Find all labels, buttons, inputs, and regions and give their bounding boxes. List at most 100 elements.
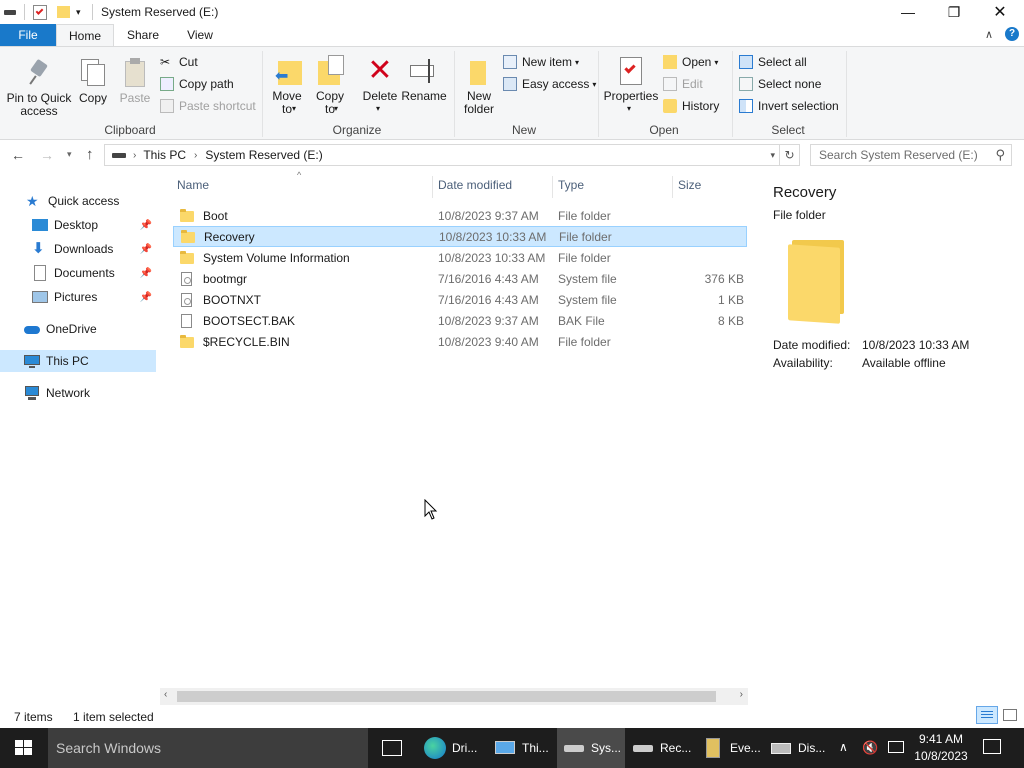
sidebar-item-desktop[interactable]: Desktop 📌	[0, 214, 156, 236]
paste-shortcut-button[interactable]: Paste shortcut	[160, 96, 256, 116]
invert-selection-button[interactable]: Invert selection	[739, 96, 839, 116]
sidebar-item-this-pc[interactable]: This PC	[0, 350, 156, 372]
move-to-dropdown-icon[interactable]: ▾	[292, 104, 296, 113]
delete-dropdown-icon[interactable]: ▾	[376, 104, 380, 113]
pin-to-quick-access-button[interactable]: Pin to Quick access	[4, 57, 74, 118]
tab-view[interactable]: View	[176, 24, 224, 46]
paste-button[interactable]: Paste	[117, 57, 153, 105]
network-status-icon[interactable]	[888, 741, 904, 753]
sidebar-item-network[interactable]: Network	[0, 382, 156, 404]
event-viewer-icon	[702, 737, 724, 759]
rename-button[interactable]: Rename	[401, 55, 447, 103]
tab-share[interactable]: Share	[118, 24, 168, 46]
address-bar[interactable]: › This PC › System Reserved (E:) ▾ ↻	[104, 144, 800, 166]
properties-button[interactable]: Properties	[603, 55, 659, 103]
copy-path-button[interactable]: Copy path	[160, 74, 234, 94]
copy-to-dropdown-icon[interactable]: ▾	[334, 104, 338, 113]
copy-to-button[interactable]: Copy to	[311, 55, 349, 116]
sidebar-item-onedrive[interactable]: OneDrive	[0, 318, 156, 340]
tab-file[interactable]: File	[0, 24, 56, 46]
breadcrumb-current-drive[interactable]: System Reserved (E:)	[205, 148, 322, 162]
mouse-cursor-icon	[424, 499, 438, 520]
breadcrumb-this-pc[interactable]: This PC	[143, 148, 186, 162]
edit-button[interactable]: Edit	[663, 74, 703, 94]
breadcrumb-chevron-icon[interactable]: ›	[194, 150, 197, 161]
minimize-button[interactable]: —	[885, 0, 931, 24]
clock-date[interactable]: 10/8/2023	[912, 749, 970, 763]
column-header-type[interactable]: Type	[558, 178, 584, 196]
large-icons-view-button[interactable]	[1003, 709, 1017, 721]
taskbar-app-system-reserved[interactable]: Sys...	[557, 728, 625, 768]
new-item-button[interactable]: New item ▾	[503, 52, 579, 72]
window-title: System Reserved (E:)	[101, 5, 219, 19]
taskbar-app-edge[interactable]: Dri...	[424, 728, 477, 768]
file-row[interactable]: bootmgr 7/16/2016 4:43 AM System file 37…	[173, 268, 747, 289]
new-folder-quick-icon[interactable]	[57, 4, 70, 20]
column-header-name[interactable]: Name	[177, 178, 209, 196]
refresh-icon[interactable]: ↻	[779, 145, 799, 165]
select-none-button[interactable]: Select none	[739, 74, 821, 94]
system-file-icon	[179, 292, 195, 308]
minimize-ribbon-icon[interactable]: ∧	[985, 28, 993, 41]
copy-button[interactable]: Copy	[76, 57, 110, 105]
taskbar-app-disk-management[interactable]: Dis...	[770, 728, 825, 768]
close-button[interactable]: ✕	[977, 0, 1023, 24]
new-folder-button[interactable]: New folder	[460, 55, 498, 116]
details-pane-kind: File folder	[773, 208, 826, 222]
open-button[interactable]: Open ▾	[663, 52, 718, 72]
sidebar-item-quick-access[interactable]: ★ Quick access	[0, 190, 156, 212]
details-date-value: 10/8/2023 10:33 AM	[862, 338, 970, 352]
file-row[interactable]: System Volume Information 10/8/2023 10:3…	[173, 247, 747, 268]
search-input[interactable]: Search System Reserved (E:) ⚲	[810, 144, 1012, 166]
scroll-right-icon[interactable]: ›	[740, 689, 743, 700]
address-history-dropdown-icon[interactable]: ▾	[770, 150, 775, 161]
properties-dropdown-icon[interactable]: ▾	[627, 104, 631, 113]
windows-start-icon[interactable]	[15, 740, 33, 756]
sidebar-item-downloads[interactable]: ⬇ Downloads 📌	[0, 238, 156, 260]
taskbar-app-recovery[interactable]: Rec...	[632, 728, 691, 768]
open-icon	[663, 55, 677, 69]
forward-button[interactable]: →	[40, 147, 54, 163]
file-row[interactable]: BOOTNXT 7/16/2016 4:43 AM System file 1 …	[173, 289, 747, 310]
details-date-label: Date modified:	[773, 338, 851, 352]
file-row[interactable]: BOOTSECT.BAK 10/8/2023 9:37 AM BAK File …	[173, 310, 747, 331]
volume-muted-icon[interactable]: 🔇	[862, 740, 878, 756]
maximize-button[interactable]: ❐	[931, 0, 977, 24]
file-row[interactable]: $RECYCLE.BIN 10/8/2023 9:40 AM File fold…	[173, 331, 747, 352]
scroll-left-icon[interactable]: ‹	[164, 689, 167, 700]
sidebar-item-pictures[interactable]: Pictures 📌	[0, 286, 156, 308]
properties-quick-icon[interactable]	[33, 4, 47, 20]
delete-button[interactable]: ✕ Delete	[360, 55, 400, 103]
task-view-icon[interactable]	[382, 740, 402, 756]
horizontal-scrollbar[interactable]: ‹ ›	[160, 688, 748, 705]
move-to-button[interactable]: ⬅ Move to	[268, 55, 306, 116]
column-header-size[interactable]: Size	[678, 178, 701, 196]
select-all-button[interactable]: Select all	[739, 52, 807, 72]
taskbar-search-box[interactable]: Search Windows	[48, 728, 368, 768]
easy-access-button[interactable]: Easy access ▾	[503, 74, 596, 94]
up-button[interactable]: ↑	[86, 146, 94, 163]
recent-locations-dropdown-icon[interactable]: ▾	[67, 149, 72, 160]
cut-button[interactable]: ✂ Cut	[160, 52, 198, 72]
tab-home[interactable]: Home	[56, 24, 114, 46]
help-icon[interactable]: ?	[1005, 27, 1019, 41]
paste-icon	[119, 57, 151, 89]
breadcrumb-chevron-icon[interactable]: ›	[133, 150, 136, 161]
show-hidden-icons-chevron-icon[interactable]: ∧	[839, 740, 848, 754]
select-group-label: Select	[771, 123, 805, 137]
column-header-date-modified[interactable]: Date modified	[438, 178, 512, 196]
back-button[interactable]: ←	[11, 147, 25, 163]
file-row[interactable]: Boot 10/8/2023 9:37 AM File folder	[173, 205, 747, 226]
file-row-selected[interactable]: Recovery 10/8/2023 10:33 AM File folder	[173, 226, 747, 247]
details-view-button[interactable]	[976, 706, 998, 724]
taskbar-app-this-pc[interactable]: Thi...	[494, 728, 549, 768]
customize-quick-access-icon[interactable]: ▾	[76, 4, 81, 20]
documents-icon	[32, 265, 48, 281]
history-button[interactable]: History	[663, 96, 719, 116]
taskbar-app-event-viewer[interactable]: Eve...	[702, 728, 761, 768]
clock-time[interactable]: 9:41 AM	[916, 732, 966, 746]
scrollbar-thumb[interactable]	[177, 691, 716, 702]
sidebar-item-documents[interactable]: Documents 📌	[0, 262, 156, 284]
drive-icon[interactable]	[4, 4, 16, 20]
notifications-icon[interactable]	[983, 739, 1001, 754]
